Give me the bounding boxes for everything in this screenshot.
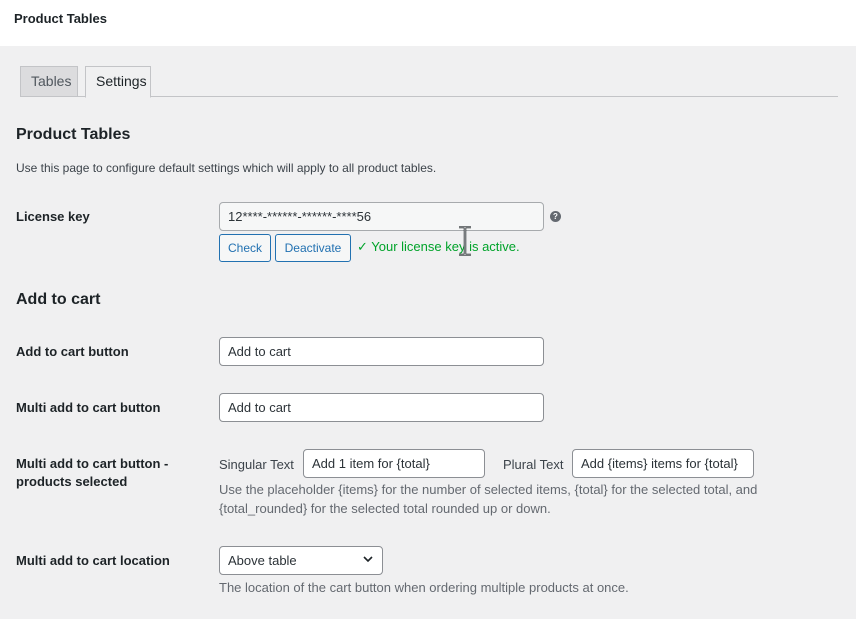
section-title-product-tables: Product Tables xyxy=(16,126,131,143)
plural-text-input[interactable]: Add {items} items for {total} xyxy=(572,449,754,478)
tab-tables[interactable]: Tables xyxy=(20,66,78,97)
multi-selected-label-line2: products selected xyxy=(16,474,128,489)
singular-text-input[interactable]: Add 1 item for {total} xyxy=(303,449,485,478)
text-cursor-icon xyxy=(459,226,471,256)
section-description: Use this page to configure default setti… xyxy=(16,161,437,175)
plural-text-label: Plural Text xyxy=(503,457,564,472)
chevron-down-icon xyxy=(363,556,373,563)
license-key-input[interactable]: 12****-******-******-****56 xyxy=(219,202,544,231)
location-select-value: Above table xyxy=(228,553,297,568)
add-to-cart-button-input[interactable]: Add to cart xyxy=(219,337,544,366)
multi-selected-label-line1: Multi add to cart button - xyxy=(16,456,169,471)
check-button[interactable]: Check xyxy=(219,234,271,262)
multi-add-to-cart-button-input[interactable]: Add to cart xyxy=(219,393,544,422)
singular-text-label: Singular Text xyxy=(219,457,294,472)
tab-settings[interactable]: Settings xyxy=(85,66,151,98)
license-key-label: License key xyxy=(16,209,90,224)
page-title: Product Tables xyxy=(14,11,107,26)
placeholder-hint-line2: {total_rounded} for the selected total r… xyxy=(219,501,551,516)
add-to-cart-button-label: Add to cart button xyxy=(16,344,129,359)
help-icon[interactable]: ? xyxy=(550,211,561,222)
license-status-text: ✓ Your license key is active. xyxy=(357,239,520,254)
location-select[interactable]: Above table xyxy=(219,546,383,575)
top-bar: Product Tables xyxy=(0,0,856,46)
deactivate-button[interactable]: Deactivate xyxy=(275,234,351,262)
multi-add-to-cart-location-label: Multi add to cart location xyxy=(16,553,170,568)
location-hint: The location of the cart button when ord… xyxy=(219,580,629,595)
tab-bar: Tables Settings xyxy=(20,66,838,98)
multi-add-to-cart-button-label: Multi add to cart button xyxy=(16,400,161,415)
placeholder-hint-line1: Use the placeholder {items} for the numb… xyxy=(219,482,758,497)
section-title-add-to-cart: Add to cart xyxy=(16,291,101,308)
